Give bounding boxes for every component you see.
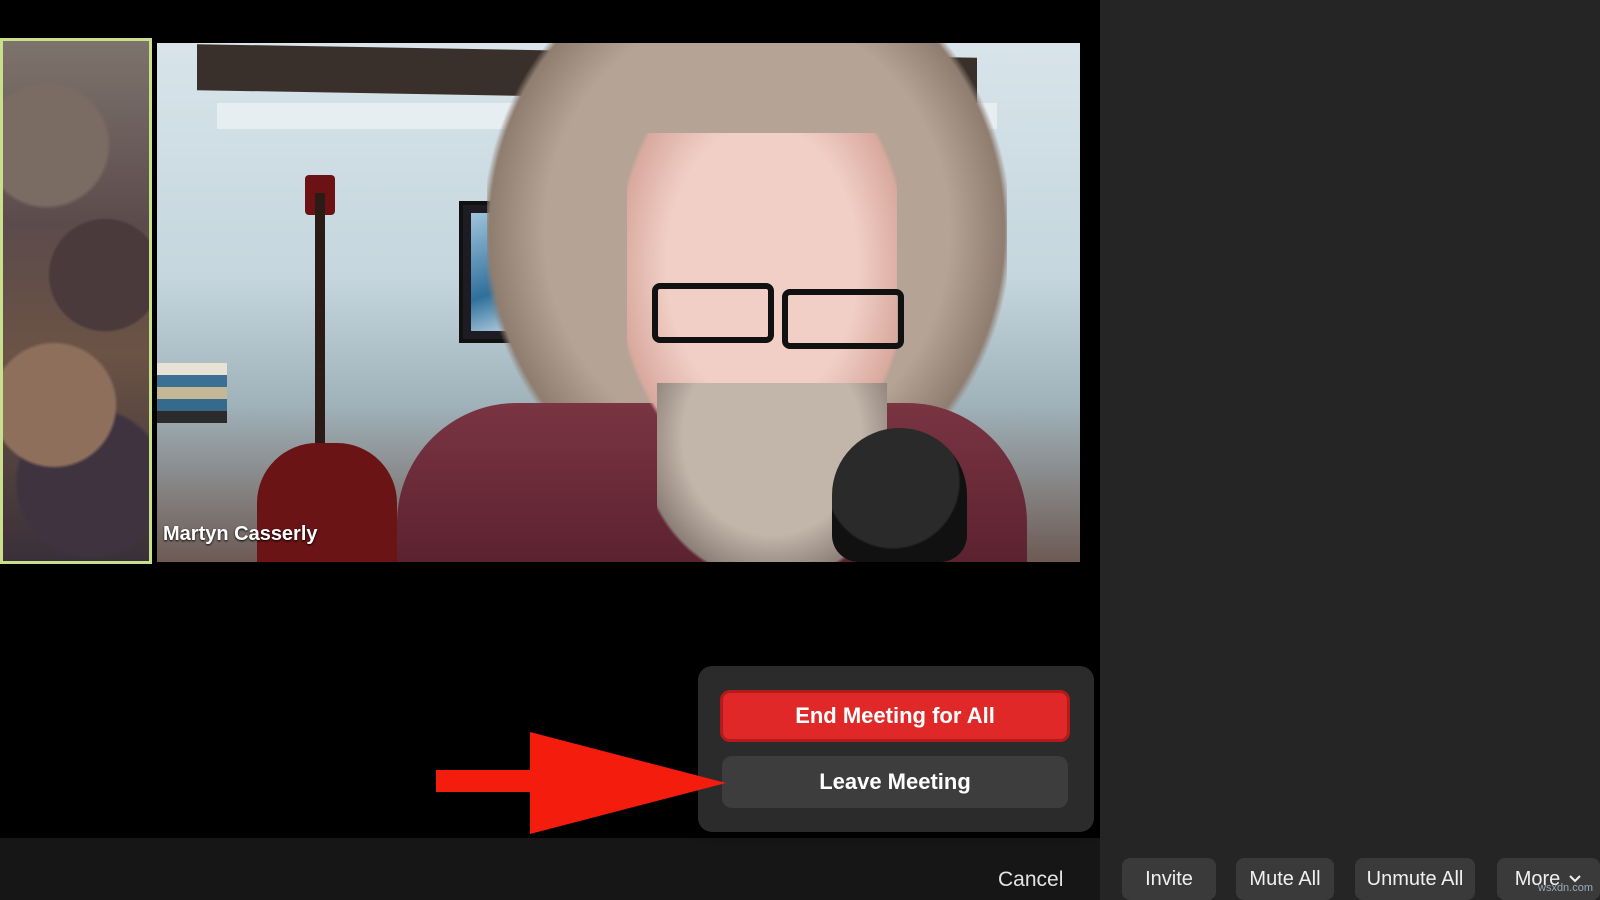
watermark-text: wsxdn.com <box>1538 882 1594 894</box>
microphone <box>832 428 967 562</box>
meeting-controls-bar <box>0 838 1100 900</box>
person-glasses-left <box>652 283 774 343</box>
red-arrow-icon <box>436 732 726 834</box>
participant-thumbnail-video[interactable] <box>0 38 152 564</box>
video-scene-guitar-neck <box>315 193 325 483</box>
mute-all-button[interactable]: Mute All <box>1236 858 1334 900</box>
end-meeting-for-all-button[interactable]: End Meeting for All <box>720 690 1070 742</box>
video-scene-books <box>157 363 227 423</box>
red-arrow-shape <box>436 732 726 834</box>
cancel-button[interactable]: Cancel <box>998 868 1063 892</box>
leave-meeting-button[interactable]: Leave Meeting <box>722 756 1068 808</box>
participant-name-label: Martyn Casserly <box>163 523 318 545</box>
video-person <box>397 43 1027 562</box>
participants-panel <box>1100 0 1600 900</box>
unmute-all-button[interactable]: Unmute All <box>1355 858 1475 900</box>
main-participant-video: Martyn Casserly <box>157 43 1080 562</box>
leave-meeting-popup: End Meeting for All Leave Meeting <box>698 666 1094 832</box>
invite-button[interactable]: Invite <box>1122 858 1216 900</box>
person-glasses-right <box>782 289 904 349</box>
